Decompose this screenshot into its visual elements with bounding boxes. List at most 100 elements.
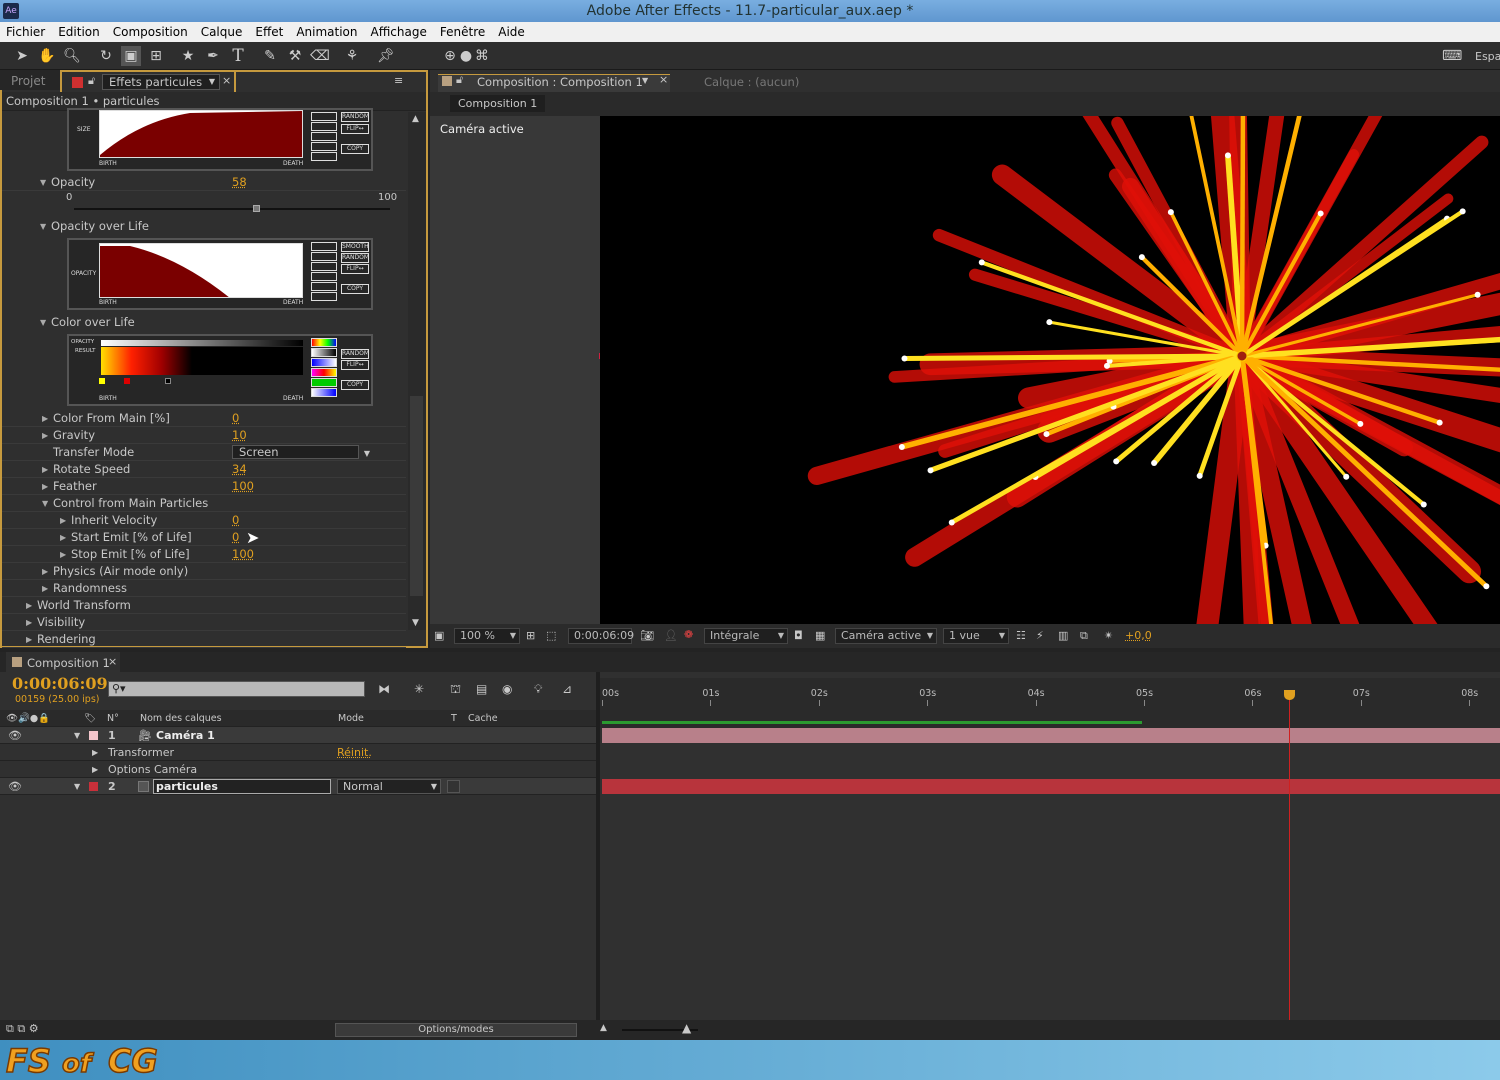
layer-bar-particles[interactable] — [602, 779, 1500, 794]
brainstorm-icon[interactable]: 💡︎ — [534, 682, 542, 697]
copy-button[interactable]: COPY — [341, 380, 369, 390]
param-value[interactable]: 0 — [232, 512, 239, 529]
roto-brush-tool-icon[interactable]: ⚘ — [342, 46, 362, 66]
hand-tool-icon[interactable]: ✋ — [37, 46, 57, 66]
visibility-eye-icon[interactable]: 👁︎ — [8, 727, 22, 744]
blend-mode-dropdown[interactable]: Normal ▼ — [337, 779, 441, 794]
label-color-swatch[interactable] — [89, 782, 98, 791]
param-value[interactable]: 100 — [232, 546, 254, 563]
lock-icon[interactable]: 🔓︎ — [88, 74, 95, 88]
camera-view-dropdown[interactable]: Caméra active ▼ — [835, 628, 937, 644]
layer-name[interactable]: Caméra 1 — [156, 727, 215, 744]
composition-canvas[interactable] — [600, 116, 1500, 624]
tab-composition[interactable]: Composition : Composition 1 — [477, 75, 643, 89]
scrollbar[interactable]: ▲ ▼ — [408, 112, 426, 630]
param-value[interactable]: 0 — [232, 410, 239, 427]
copy-button[interactable]: COPY — [341, 144, 369, 154]
flip-button[interactable]: FLIP↔ — [341, 360, 369, 370]
column-t[interactable]: T — [451, 710, 457, 727]
camera-orbit-tool-icon[interactable]: ▣ — [121, 46, 141, 66]
mask-visibility-icon[interactable]: ⬚ — [546, 629, 556, 642]
param-value[interactable]: 10 — [232, 427, 247, 444]
opacity-over-life-graph[interactable]: OPACITY BIRTH DEATH SMOOTH RANDOM FLIP↔ … — [67, 238, 373, 310]
expand-triangle-icon[interactable]: ▶ — [60, 546, 66, 563]
menu-aide[interactable]: Aide — [498, 25, 532, 39]
snapshot-icon[interactable]: 📷︎ — [640, 629, 654, 642]
timeline-icon[interactable]: ▥ — [1058, 629, 1068, 642]
close-icon[interactable]: × — [659, 73, 668, 86]
menu-fichier[interactable]: Fichier — [6, 25, 52, 39]
chevron-down-icon[interactable]: ▼ — [642, 76, 648, 85]
toggle-switches-modes-button[interactable]: Options/modes — [335, 1023, 577, 1037]
reset-exposure-icon[interactable]: ✴ — [1104, 629, 1113, 642]
text-tool-icon[interactable]: T — [228, 46, 248, 66]
exposure-value[interactable]: +0,0 — [1125, 629, 1152, 642]
rotate-tool-icon[interactable]: ↻ — [96, 46, 116, 66]
flowchart-icon[interactable]: ⧉ — [1080, 629, 1088, 643]
visibility-eye-icon[interactable]: 👁︎ — [8, 778, 22, 795]
menu-calque[interactable]: Calque — [201, 25, 250, 39]
layer-search-input[interactable]: ⚲▾ — [108, 681, 365, 697]
column-layer-name[interactable]: Nom des calques — [140, 710, 222, 727]
star-shape-tool-icon[interactable]: ★ — [178, 46, 198, 66]
layer-row-particles[interactable]: 👁︎ ▼ 2 particules Normal ▼ — [0, 778, 596, 795]
expand-triangle-icon[interactable]: ▶ — [60, 529, 66, 546]
expand-triangle-icon[interactable]: ▶ — [92, 744, 98, 761]
size-over-life-graph[interactable]: SIZE BIRTH DEATH RANDOM FLIP↔ COPY — [67, 108, 373, 171]
expand-triangle-icon[interactable]: ▶ — [42, 580, 48, 597]
smooth-button[interactable]: SMOOTH — [341, 242, 369, 252]
panel-menu-icon[interactable]: ≡ — [394, 74, 403, 87]
expand-triangle-icon[interactable]: ▼ — [74, 727, 80, 744]
expand-triangle-icon[interactable]: ▶ — [26, 597, 32, 614]
opacity-slider[interactable] — [74, 205, 390, 212]
property-group-camera-options[interactable]: ▶ Options Caméra — [0, 761, 596, 778]
scroll-up-icon[interactable]: ▲ — [412, 114, 419, 124]
pen-tool-icon[interactable]: ✒ — [203, 46, 223, 66]
brush-tool-icon[interactable]: ✎ — [260, 46, 280, 66]
safe-zones-icon[interactable]: ⊞ — [526, 629, 535, 642]
param-value[interactable]: 34 — [232, 461, 247, 478]
show-snapshot-icon[interactable]: 👤︎ — [664, 629, 678, 642]
random-button[interactable]: RANDOM — [341, 349, 369, 359]
menu-animation[interactable]: Animation — [296, 25, 364, 39]
expand-triangle-icon[interactable]: ▶ — [42, 478, 48, 495]
puppet-pin-tool-icon[interactable]: 📌︎ — [376, 46, 396, 66]
zoom-out-icon[interactable]: ▲ — [600, 1023, 607, 1033]
frame-blending-icon[interactable]: ▤ — [476, 682, 487, 696]
lock-icon[interactable]: 🔓︎ — [456, 73, 463, 87]
tab-layer[interactable]: Calque : (aucun) — [704, 75, 799, 89]
expand-triangle-icon[interactable]: ▶ — [42, 410, 48, 427]
menu-composition[interactable]: Composition — [113, 25, 195, 39]
reset-link[interactable]: Réinit. — [337, 744, 372, 761]
flip-button[interactable]: FLIP↔ — [341, 264, 369, 274]
menu-effet[interactable]: Effet — [255, 25, 290, 39]
view-axis-icon[interactable]: ⌘ — [472, 46, 492, 66]
expand-triangle-icon[interactable]: ▶ — [26, 614, 32, 631]
zoom-in-icon[interactable]: ▲ — [682, 1021, 691, 1035]
scrollbar-thumb[interactable] — [410, 396, 423, 596]
scroll-down-icon[interactable]: ▼ — [412, 618, 419, 628]
clone-stamp-tool-icon[interactable]: ⚒ — [285, 46, 305, 66]
copy-button[interactable]: COPY — [341, 284, 369, 294]
region-of-interest-icon[interactable]: ◘ — [794, 629, 803, 642]
layer-row-camera[interactable]: 👁︎ ▼ 1 🎥︎ Caméra 1 — [0, 727, 596, 744]
tab-project[interactable]: Projet — [3, 71, 53, 91]
opacity-value[interactable]: 58 — [232, 174, 247, 191]
property-group-transform[interactable]: ▶ Transformer Réinit. — [0, 744, 596, 761]
expand-triangle-icon[interactable]: ▼ — [74, 778, 80, 795]
always-preview-icon[interactable]: ▣ — [434, 629, 444, 642]
transparency-grid-icon[interactable]: ▦ — [815, 629, 825, 642]
draft-3d-icon[interactable]: ✳ — [414, 682, 424, 696]
workspace-label[interactable]: Espa — [1475, 50, 1500, 63]
graph-editor-icon[interactable]: ⊿ — [562, 682, 572, 696]
hide-shy-layers-icon[interactable]: ⛫ — [450, 682, 461, 698]
selection-tool-icon[interactable]: ➤ — [12, 46, 32, 66]
expand-triangle-icon[interactable]: ▶ — [26, 631, 32, 648]
column-number[interactable]: N° — [107, 710, 119, 727]
emitter-center[interactable] — [1236, 350, 1248, 362]
transfer-mode-dropdown[interactable]: Screen — [232, 445, 359, 459]
flip-button[interactable]: FLIP↔ — [341, 124, 369, 134]
channel-icon[interactable]: ❁ — [684, 628, 693, 641]
color-over-life-graph[interactable]: OPACITY RESULT BIRTH DEATH RANDOM FLIP↔ … — [67, 334, 373, 406]
expand-triangle-icon[interactable]: ▶ — [92, 761, 98, 778]
